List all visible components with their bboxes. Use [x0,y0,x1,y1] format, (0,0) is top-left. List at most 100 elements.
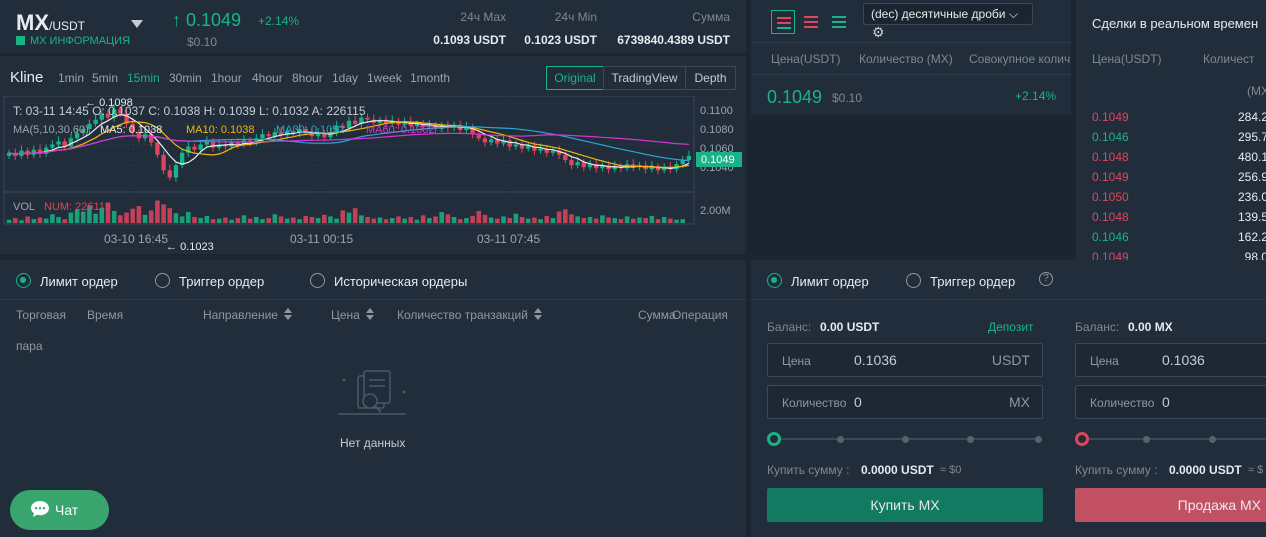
book-bids-icon[interactable] [827,10,851,34]
buy-qty-value: 0 [854,394,862,410]
buy-amount-slider[interactable] [767,432,1043,446]
book-both-icon[interactable] [771,10,795,34]
view-depth-tab[interactable]: Depth [685,66,736,90]
buy-price-input[interactable]: Цена 0.1036 USDT [767,343,1043,377]
buy-qty-input[interactable]: Количество 0 MX [767,385,1043,419]
volume-bar [451,216,457,223]
stat-24h-max-value: 0.1093 USDT [433,33,506,47]
view-original-tab[interactable]: Original [546,66,604,90]
volume-bar [31,219,37,223]
timeframe-30min[interactable]: 30min [169,71,202,85]
volume-bar [445,214,451,223]
candle [353,120,358,124]
volume-bar [148,210,154,223]
volume-bar [563,209,568,223]
sell-button[interactable]: Продажа MX [1075,488,1266,522]
timeframe-1hour[interactable]: 1hour [211,71,242,85]
sell-qty-input[interactable]: Количество 0 [1075,385,1266,419]
volume-bar [593,218,599,223]
form-tab-trigger-radio[interactable] [906,273,921,288]
view-tradingview-tab[interactable]: TradingView [603,66,686,90]
timeframe-1min[interactable]: 1min [58,71,84,85]
form-tab-trigger[interactable]: Триггер ордер [930,274,1015,289]
sort-icon [283,308,292,320]
sell-price-input[interactable]: Цена 0.1036 [1075,343,1266,377]
deposit-link[interactable]: Депозит [988,320,1034,334]
timeframe-1month[interactable]: 1month [410,71,450,85]
kline-chart[interactable]: T: 03-11 14:45 O: 0.1037 C: 0.1038 H: 0.… [0,96,746,254]
orders-tab-trigger-radio[interactable] [155,273,170,288]
gear-icon[interactable]: ⚙ [872,24,885,41]
decimal-select[interactable]: (dec) десятичные дроби ⌵ [863,3,1033,25]
buy-qty-label: Количество [782,396,847,410]
volume-bar [457,219,463,223]
buy-sum-usd: ≈ $0 [940,464,962,476]
orders-tab-trigger[interactable]: Триггер ордер [179,274,264,289]
col-time: Время [87,308,124,322]
info-square-icon [16,36,25,45]
timeframe-4hour[interactable]: 4hour [252,71,283,85]
sell-sum: 0.0000 USDT [1169,463,1242,477]
volume-bar [544,215,550,223]
ma60-line [8,132,689,155]
orders-tab-limit-radio[interactable] [16,273,31,288]
col-qty[interactable]: Количество транзакций [397,308,542,322]
buy-balance: 0.00 USDT [820,320,880,334]
chat-button[interactable]: Чат [10,490,109,530]
candle [173,165,179,178]
col-price[interactable]: Цена [331,308,374,322]
trade-price: 0.1048 [1092,150,1129,164]
volume-bar [19,220,24,223]
chat-label: Чат [55,502,79,518]
volume-bar [291,217,296,223]
book-mid-change: +2.14% [1015,89,1057,103]
volume-bar [12,218,18,223]
market-symbol[interactable]: MX/USDT [16,10,85,36]
orders-tab-history-radio[interactable] [310,273,325,288]
volume-bar [420,215,426,223]
timeframe-1day[interactable]: 1day [332,71,358,85]
form-tab-limit-radio[interactable] [767,273,782,288]
ticker-header: MX/USDT MX ИНФОРМАЦИЯ ↑ 0.1049 +2.14% $0… [0,0,746,53]
orders-tab-history[interactable]: Историческая ордеры [334,274,467,289]
time-tick: 03-11 07:45 [477,232,540,246]
volume-bar [538,219,543,223]
empty-state-text: Нет данных [340,436,406,450]
volume-bar [124,212,129,223]
trade-qty: 139.5 [1237,210,1266,224]
timeframe-1week[interactable]: 1week [367,71,402,85]
volume-bar [93,213,98,223]
coin-info-link[interactable]: MX ИНФОРМАЦИЯ [16,35,130,47]
timeframe-5min[interactable]: 5min [92,71,118,85]
volume-bar [210,219,216,223]
timeframe-8hour[interactable]: 8hour [292,71,323,85]
trade-price: 0.1046 [1092,130,1129,144]
col-direction[interactable]: Направление [203,308,292,322]
volume-bar [297,219,302,223]
trade-price: 0.1049 [1092,170,1129,184]
sell-slider-handle[interactable] [1075,432,1089,446]
help-icon[interactable]: ? [1039,272,1053,286]
volume-bar [624,216,630,223]
sell-price-label: Цена [1090,354,1119,368]
buy-button[interactable]: Купить MX [767,488,1043,522]
orders-tab-limit[interactable]: Лимит ордер [40,274,118,289]
volume-bar [359,215,364,223]
col-sum: Сумма [638,308,676,322]
trade-qty: 480.1 [1237,150,1266,164]
volume-bar [439,212,444,223]
volume-bar [680,219,686,223]
timeframe-15min[interactable]: 15min [127,71,160,85]
buy-price-unit: USDT [991,352,1030,368]
sell-amount-slider[interactable] [1075,432,1266,446]
ma10-readout: MA10: 0.1038 [186,124,255,136]
chevron-down-icon[interactable] [131,20,143,28]
volume-bar [186,212,191,223]
stat-volume-value: 6739840.4389 USDT [617,33,730,47]
form-tab-limit[interactable]: Лимит ордер [791,274,869,289]
buy-slider-handle[interactable] [767,432,781,446]
sell-balance-label: Баланс: [1075,320,1120,334]
volume-bar [519,216,525,223]
candle [550,150,556,153]
book-asks-icon[interactable] [799,10,823,34]
